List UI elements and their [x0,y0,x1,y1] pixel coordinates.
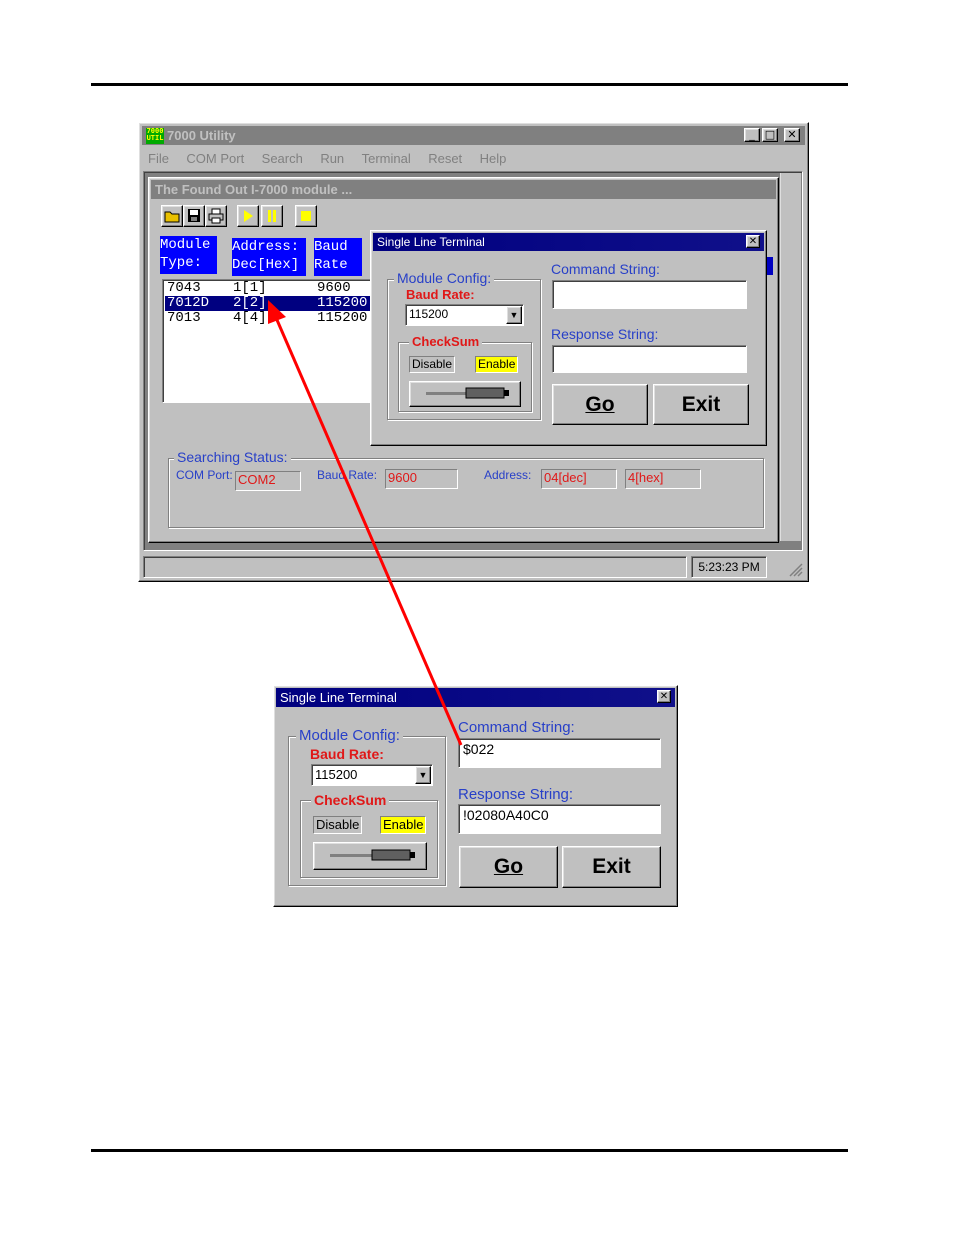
annotation-arrowhead [268,300,286,324]
annotation-arrow-line [272,312,463,746]
annotation-arrow [268,300,463,746]
